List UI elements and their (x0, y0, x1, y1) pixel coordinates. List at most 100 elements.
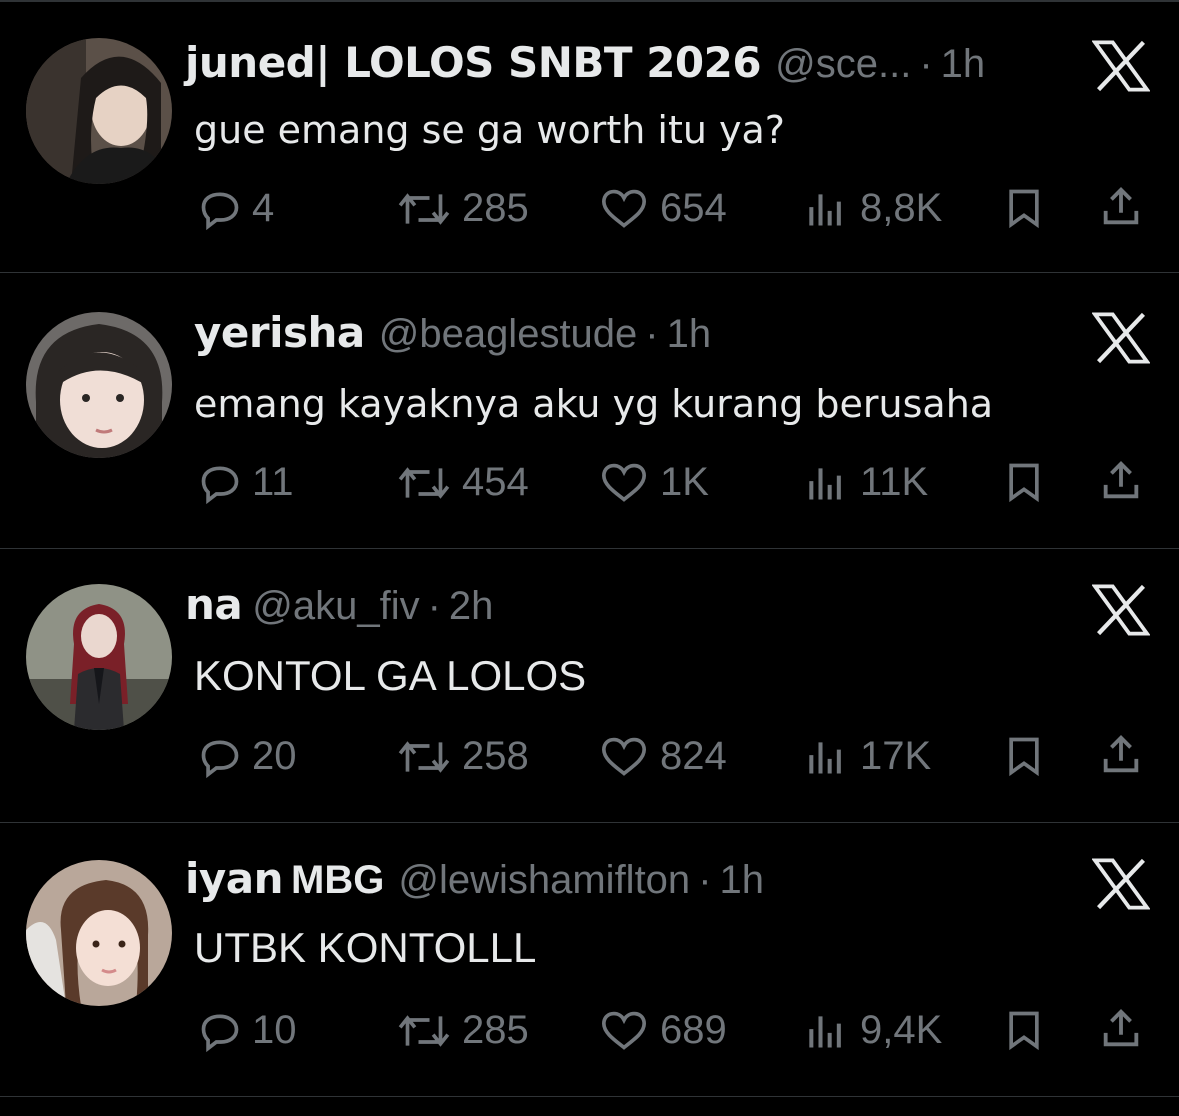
handle[interactable]: @beaglestude (379, 312, 638, 357)
avatar[interactable] (26, 584, 172, 730)
tweet-header: juned| LOLOS SNBT 2026 @sce... · 1h (185, 38, 985, 98)
avatar[interactable] (26, 312, 172, 458)
reply-button[interactable]: 11 (198, 460, 294, 505)
reply-count: 4 (252, 186, 275, 230)
handle[interactable]: @lewishamiflton (398, 858, 690, 903)
views-button[interactable]: 8,8K (802, 186, 942, 231)
retweet-count: 285 (462, 186, 529, 230)
retweet-icon (396, 461, 452, 505)
x-logo-icon (1092, 312, 1150, 364)
views-button[interactable]: 11K (802, 460, 928, 505)
timestamp[interactable]: 1h (667, 312, 712, 357)
share-icon (1098, 1006, 1144, 1052)
view-count: 17K (860, 734, 932, 778)
x-logo-icon (1092, 40, 1150, 92)
retweet-icon (396, 1009, 452, 1053)
heart-icon (598, 735, 650, 779)
tweet-card[interactable]: juned| LOLOS SNBT 2026 @sce... · 1h gue … (0, 0, 1179, 273)
view-count: 9,4K (860, 1008, 943, 1052)
views-icon (802, 187, 850, 231)
like-count: 1K (660, 460, 709, 504)
reply-count: 10 (252, 1008, 297, 1052)
tweet-card[interactable]: yerisha @beaglestude · 1h emang kayaknya… (0, 276, 1179, 549)
views-button[interactable]: 17K (802, 734, 931, 779)
tweet-text: emang kayaknya aku yg kurang berusaha (194, 382, 994, 426)
bookmark-icon (1002, 460, 1046, 504)
tweet-text: UTBK KONTOLLL (194, 924, 537, 971)
bookmark-button[interactable] (1002, 1008, 1046, 1052)
share-icon (1098, 732, 1144, 778)
like-count: 824 (660, 734, 727, 778)
bookmark-button[interactable] (1002, 734, 1046, 778)
bookmark-button[interactable] (1002, 186, 1046, 230)
share-icon (1098, 458, 1144, 504)
reply-icon (198, 461, 242, 505)
tweet-header: iyan MBG @lewishamiflton · 1h (185, 854, 764, 914)
retweet-count: 454 (462, 460, 529, 504)
separator-dot: · (698, 858, 712, 902)
action-bar: 20 258 824 17K (0, 726, 1179, 786)
tweet-header: na @aku_fiv · 2h (185, 580, 493, 640)
display-name[interactable]: iyan (185, 854, 284, 903)
reply-button[interactable]: 10 (198, 1008, 297, 1053)
share-button[interactable] (1098, 458, 1144, 504)
tweet-header: yerisha @beaglestude · 1h (185, 308, 711, 368)
separator-dot: · (919, 42, 933, 86)
retweet-button[interactable]: 454 (396, 460, 529, 505)
avatar[interactable] (26, 38, 172, 184)
retweet-icon (396, 187, 452, 231)
reply-button[interactable]: 4 (198, 186, 274, 231)
views-icon (802, 461, 850, 505)
share-button[interactable] (1098, 732, 1144, 778)
reply-icon (198, 187, 242, 231)
retweet-button[interactable]: 258 (396, 734, 529, 779)
retweet-button[interactable]: 285 (396, 1008, 529, 1053)
retweet-button[interactable]: 285 (396, 186, 529, 231)
bookmark-button[interactable] (1002, 460, 1046, 504)
tweet-card[interactable]: iyan MBG @lewishamiflton · 1h UTBK KONTO… (0, 824, 1179, 1097)
reply-button[interactable]: 20 (198, 734, 297, 779)
timestamp[interactable]: 1h (941, 42, 986, 87)
reply-count: 20 (252, 734, 297, 778)
reply-count: 11 (252, 460, 294, 504)
reply-icon (198, 735, 242, 779)
view-count: 8,8K (860, 186, 943, 230)
bookmark-icon (1002, 734, 1046, 778)
like-count: 689 (660, 1008, 727, 1052)
like-button[interactable]: 654 (598, 186, 727, 231)
timestamp[interactable]: 2h (449, 584, 494, 629)
bookmark-icon (1002, 1008, 1046, 1052)
tweet-text: gue emang se ga worth itu ya? (194, 108, 785, 152)
action-bar: 11 454 1K 11K (0, 452, 1179, 512)
views-icon (802, 1009, 850, 1053)
share-button[interactable] (1098, 184, 1144, 230)
retweet-count: 258 (462, 734, 529, 778)
retweet-icon (396, 735, 452, 779)
handle[interactable]: @aku_fiv (252, 584, 419, 629)
like-button[interactable]: 824 (598, 734, 727, 779)
display-name[interactable]: yerisha (194, 308, 365, 357)
tweet-text: KONTOL GA LOLOS (194, 652, 587, 699)
action-bar: 10 285 689 9,4K (0, 1000, 1179, 1060)
heart-icon (598, 1009, 650, 1053)
display-name[interactable]: juned| LOLOS SNBT 2026 (185, 38, 762, 87)
like-button[interactable]: 689 (598, 1008, 727, 1053)
heart-icon (598, 187, 650, 231)
tweet-card[interactable]: na @aku_fiv · 2h KONTOL GA LOLOS 20 258 … (0, 550, 1179, 823)
x-logo-icon (1092, 858, 1150, 910)
view-count: 11K (860, 460, 929, 504)
display-name[interactable]: na (185, 580, 243, 629)
share-button[interactable] (1098, 1006, 1144, 1052)
like-button[interactable]: 1K (598, 460, 709, 505)
share-icon (1098, 184, 1144, 230)
views-button[interactable]: 9,4K (802, 1008, 942, 1053)
retweet-count: 285 (462, 1008, 529, 1052)
handle[interactable]: @sce... (775, 42, 911, 87)
heart-icon (598, 461, 650, 505)
avatar[interactable] (26, 860, 172, 1006)
name-suffix[interactable]: MBG (291, 858, 384, 903)
like-count: 654 (660, 186, 727, 230)
timestamp[interactable]: 1h (720, 858, 765, 903)
separator-dot: · (645, 312, 659, 356)
bookmark-icon (1002, 186, 1046, 230)
